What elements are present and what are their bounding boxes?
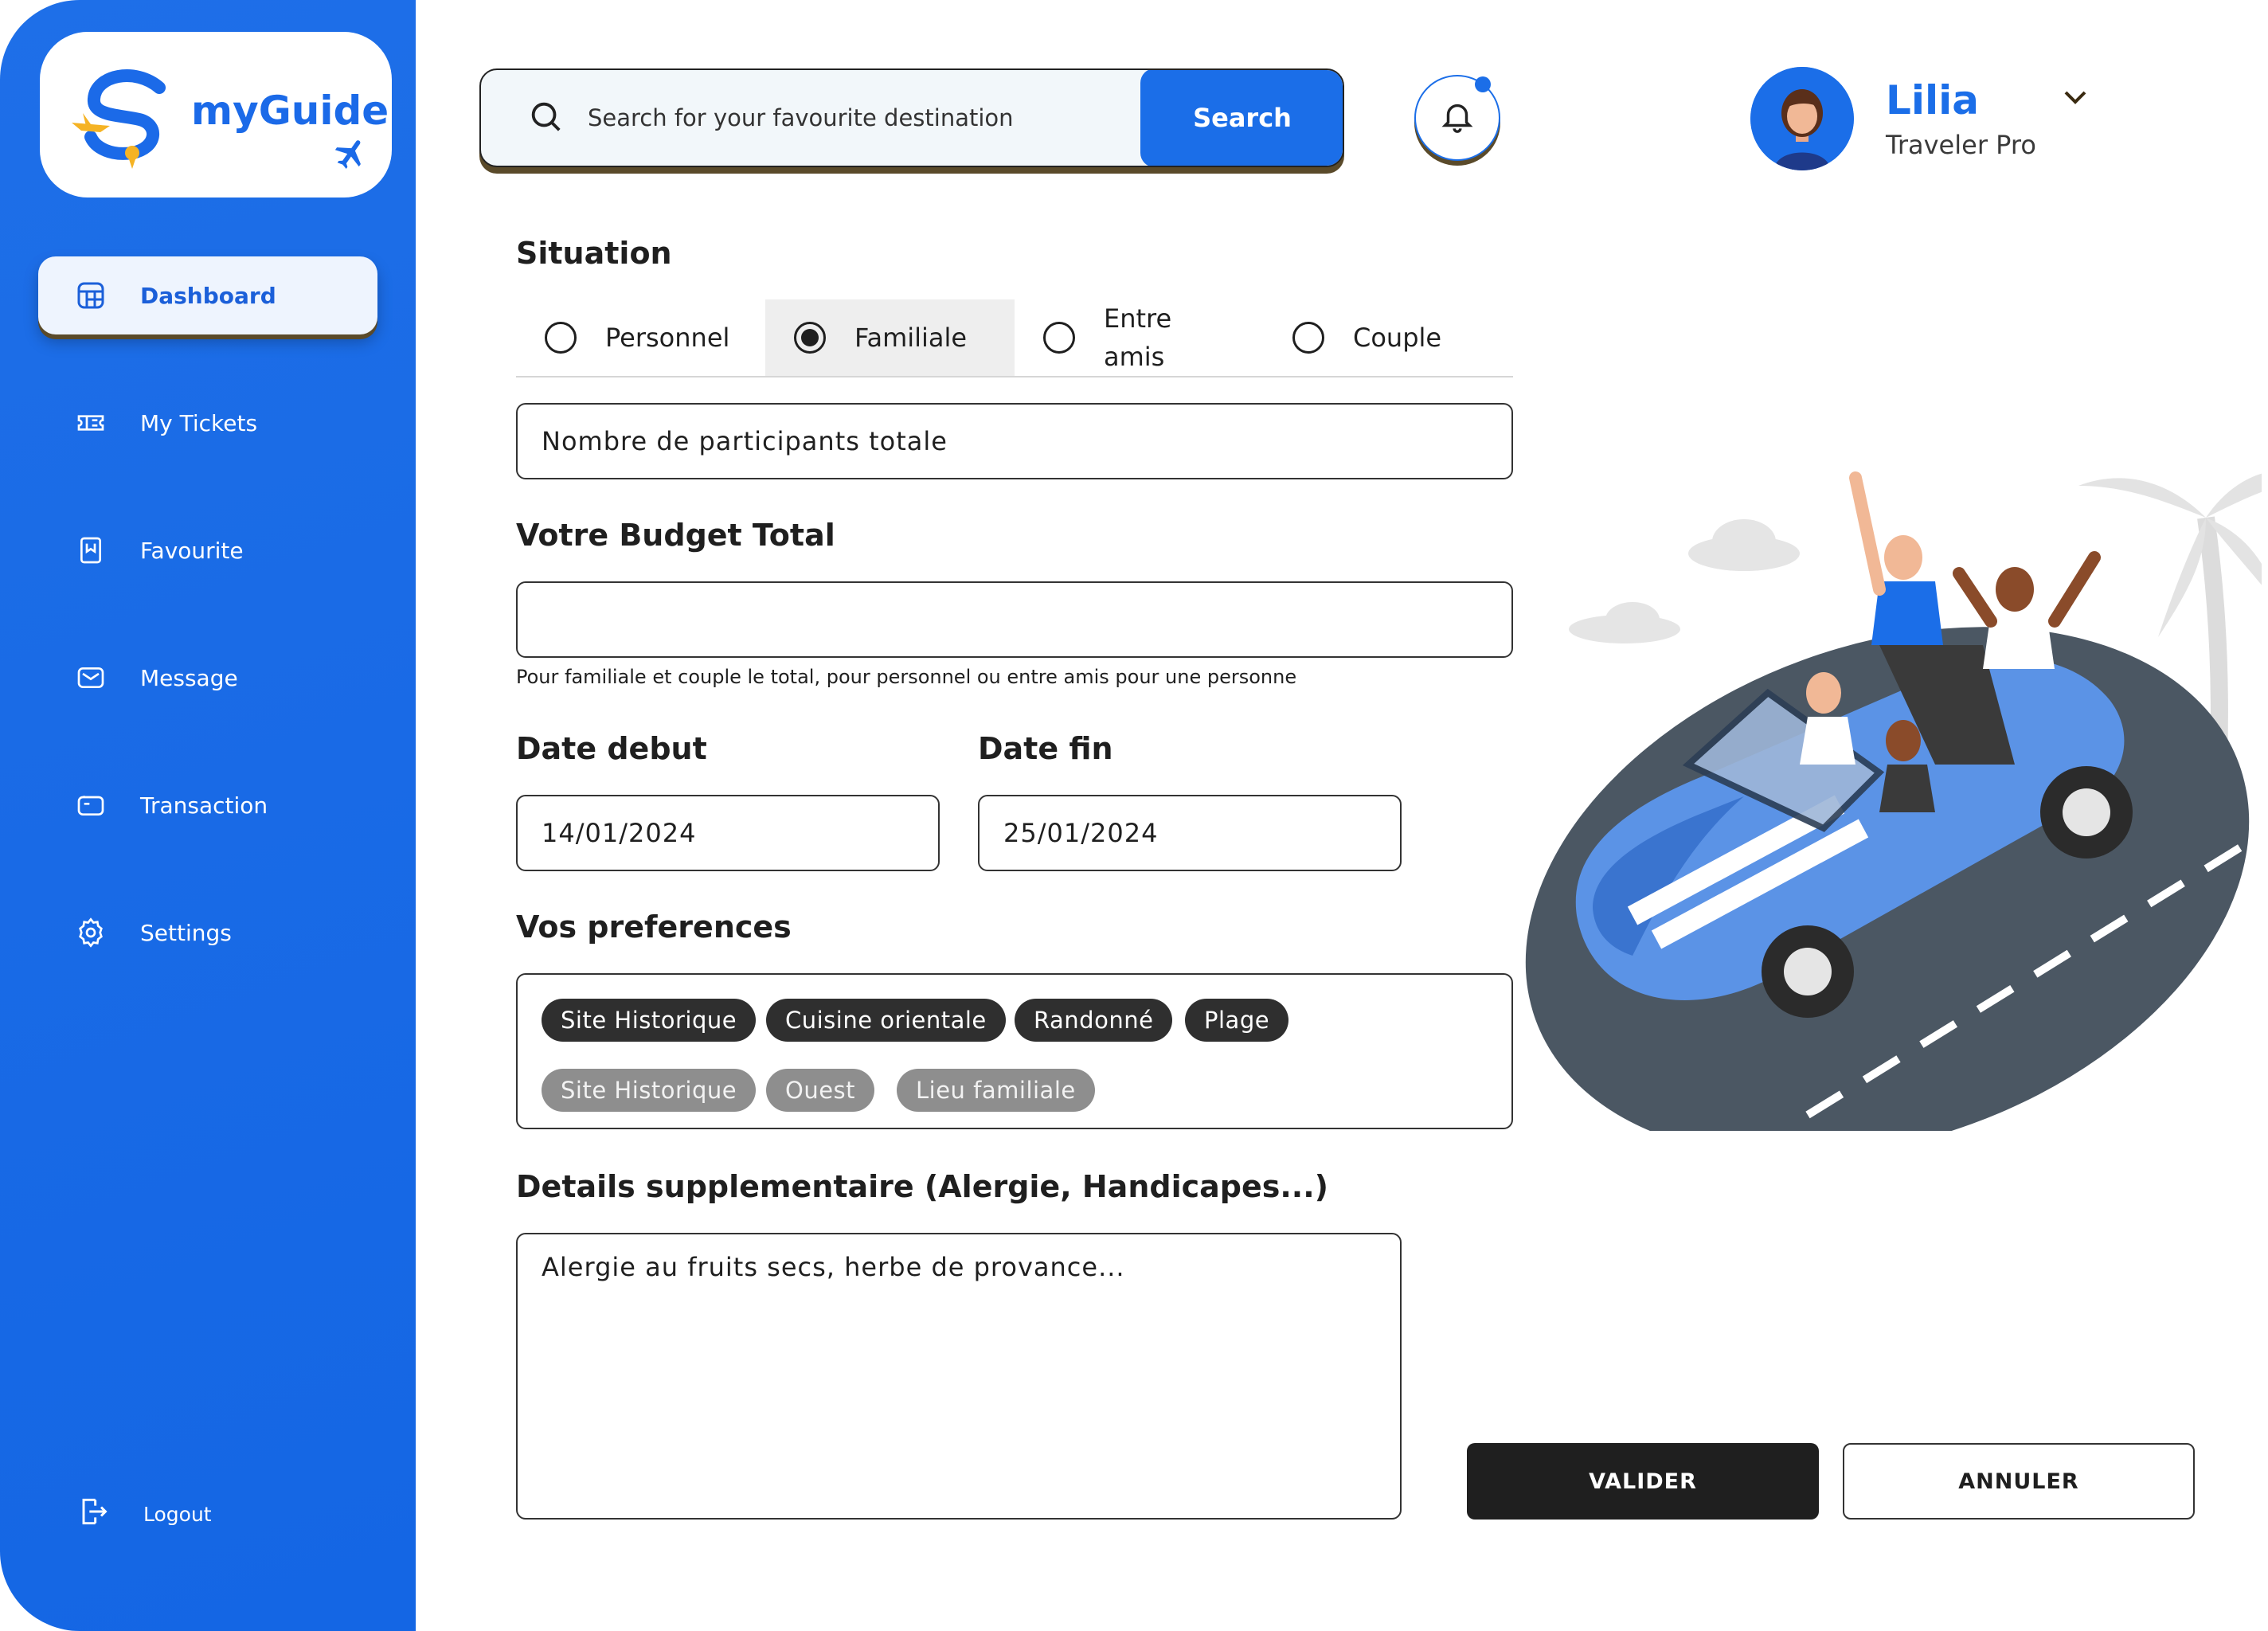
radio-label: Entre amis [1104, 303, 1172, 372]
bookmark-icon [75, 534, 107, 566]
date-start-label: Date debut [516, 731, 707, 766]
preferences-box: Site Historique Cuisine orientale Randon… [516, 973, 1513, 1129]
situation-label: Situation [516, 236, 672, 271]
date-end-label: Date fin [978, 731, 1113, 766]
logout-button[interactable]: Logout [75, 1494, 212, 1534]
sidebar-item-favourite[interactable]: Favourite [38, 511, 377, 589]
sidebar: myGuide Dashboard My Tickets Favourite M… [0, 0, 416, 1631]
sidebar-item-settings[interactable]: Settings [38, 894, 377, 972]
brand-logo[interactable]: myGuide [40, 32, 392, 198]
profile-role: Traveler Pro [1886, 130, 2036, 160]
notification-button[interactable] [1414, 75, 1500, 161]
radio-entre-amis[interactable]: Entre amis [1015, 299, 1264, 376]
sidebar-item-my-tickets[interactable]: My Tickets [38, 384, 377, 462]
radio-label: Couple [1353, 323, 1442, 353]
radio-familiale[interactable]: Familiale [765, 299, 1015, 376]
pref-chip-suggested[interactable]: Site Historique [542, 1069, 757, 1112]
pref-chip-suggested[interactable]: Ouest [766, 1069, 875, 1112]
sidebar-item-dashboard[interactable]: Dashboard [38, 256, 377, 334]
budget-hint: Pour familiale et couple le total, pour … [516, 666, 1297, 688]
search-button[interactable]: Search [1140, 70, 1343, 166]
sidebar-item-label: Transaction [140, 792, 268, 819]
sidebar-item-label: Settings [140, 919, 232, 946]
details-textarea[interactable]: Alergie au fruits secs, herbe de provanc… [516, 1233, 1402, 1520]
date-start-field[interactable]: 14/01/2024 [516, 795, 940, 871]
logout-icon [75, 1494, 110, 1534]
prefs-label: Vos preferences [516, 909, 792, 945]
avatar [1750, 67, 1854, 170]
radio-couple[interactable]: Couple [1264, 299, 1513, 376]
mail-icon [75, 662, 107, 694]
pref-chip-selected[interactable]: Cuisine orientale [766, 999, 1006, 1042]
ticket-icon [75, 407, 107, 439]
radio-label: Familiale [854, 323, 968, 353]
pref-chip-selected[interactable]: Randonné [1015, 999, 1173, 1042]
sidebar-item-label: Dashboard [140, 282, 276, 309]
bell-icon [1439, 98, 1476, 138]
budget-label: Votre Budget Total [516, 518, 835, 553]
sidebar-item-label: Message [140, 664, 238, 691]
radio-personnel[interactable]: Personnel [516, 299, 765, 376]
radio-circle [794, 322, 826, 354]
profile-name: Lilia [1886, 77, 1980, 123]
details-label: Details supplementaire (Alergie, Handica… [516, 1169, 1329, 1204]
pref-chip-selected[interactable]: Site Historique [542, 999, 757, 1042]
sidebar-item-transaction[interactable]: Transaction [38, 766, 377, 844]
logo-mark-icon [64, 59, 183, 170]
radio-label: Personnel [605, 323, 730, 353]
profile-info: Lilia Traveler Pro [1886, 77, 2036, 160]
road-trip-illustration [1505, 430, 2268, 1157]
date-end-field[interactable]: 25/01/2024 [978, 795, 1402, 871]
radio-circle [1043, 322, 1075, 354]
participants-field[interactable]: Nombre de participants totale [516, 403, 1513, 479]
situation-radio-group: Personnel Familiale Entre amis Couple [516, 299, 1513, 377]
sidebar-item-message[interactable]: Message [38, 639, 377, 717]
search-bar: Search for your favourite destination Se… [479, 68, 1344, 167]
notification-dot [1475, 76, 1491, 92]
brand-name: myGuide [191, 88, 389, 134]
grid-icon [75, 280, 107, 311]
plane-icon [333, 135, 370, 175]
pref-chip-selected[interactable]: Plage [1185, 999, 1289, 1042]
budget-field[interactable] [516, 581, 1513, 658]
user-profile[interactable]: Lilia Traveler Pro [1750, 67, 2036, 170]
pref-chip-suggested[interactable]: Lieu familiale [897, 1069, 1095, 1112]
wallet-icon [75, 789, 107, 821]
logout-label: Logout [143, 1502, 212, 1526]
search-icon [527, 98, 564, 138]
radio-circle [545, 322, 577, 354]
gear-icon [75, 917, 107, 948]
radio-circle [1292, 322, 1324, 354]
sidebar-nav: Dashboard My Tickets Favourite Message T… [38, 256, 377, 1021]
validate-button[interactable]: VALIDER [1467, 1443, 1819, 1520]
cancel-button[interactable]: ANNULER [1843, 1443, 2195, 1520]
chevron-down-icon[interactable] [2063, 88, 2088, 110]
sidebar-item-label: My Tickets [140, 409, 258, 436]
sidebar-item-label: Favourite [140, 537, 244, 564]
